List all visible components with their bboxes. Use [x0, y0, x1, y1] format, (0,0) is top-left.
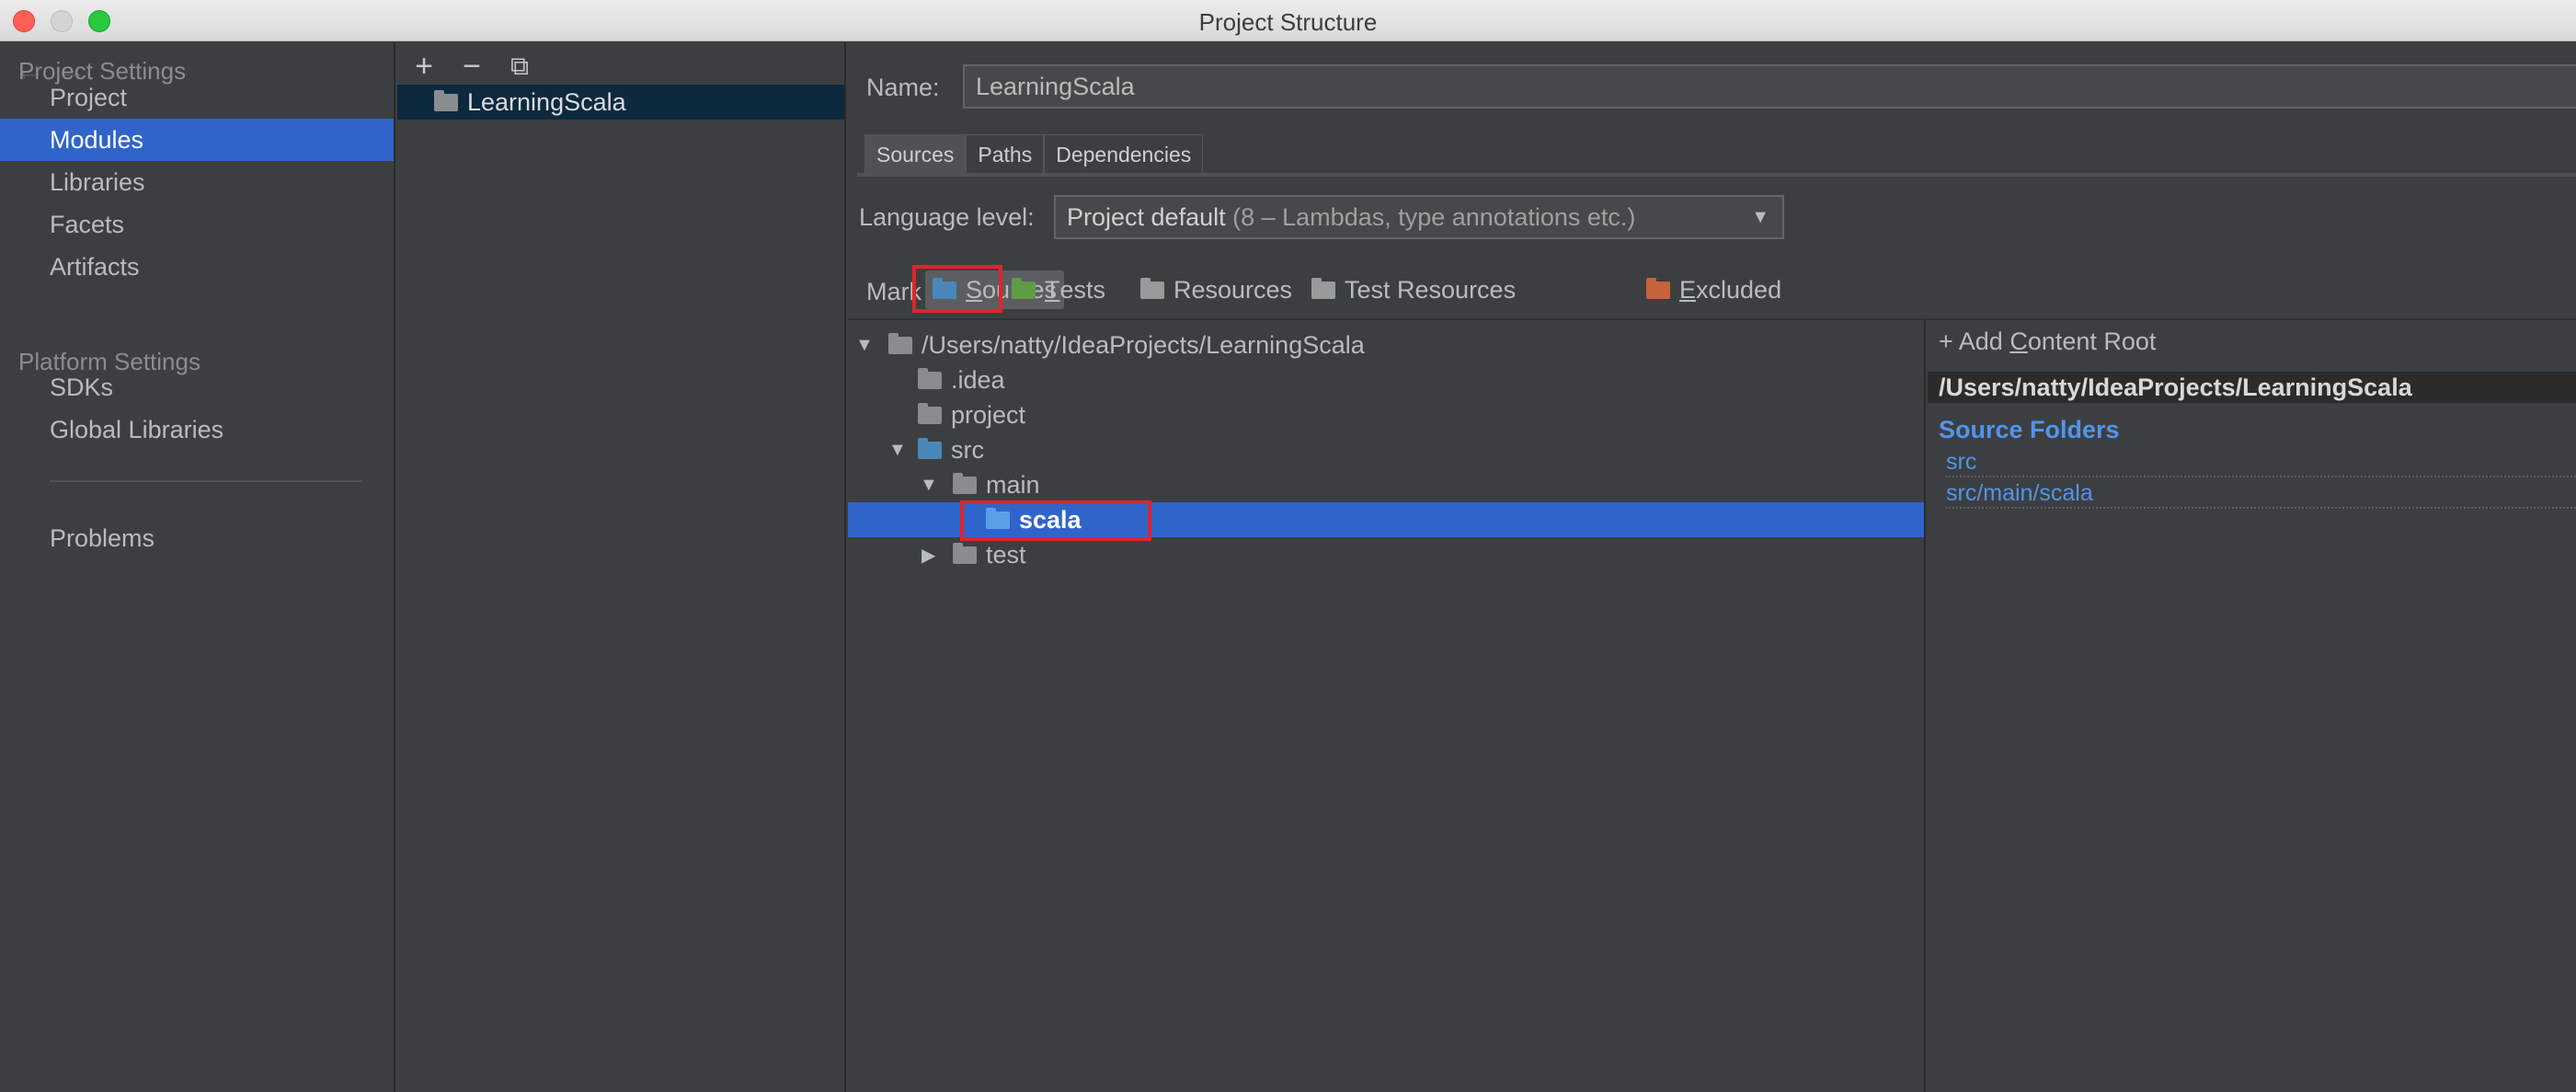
tab-dependencies[interactable]: Dependencies: [1044, 134, 1204, 173]
expand-arrow-icon[interactable]: ▼: [855, 335, 874, 356]
mark-resources-button[interactable]: Resources: [1140, 270, 1292, 309]
tree-node-root[interactable]: ▼ /Users/natty/IdeaProjects/LearningScal…: [848, 328, 1924, 362]
content-root-path: /Users/natty/IdeaProjects/LearningScala: [1928, 372, 2576, 403]
title-bar: Project Structure: [0, 0, 2576, 41]
module-list-item[interactable]: LearningScala: [397, 85, 844, 120]
module-toolbar: + − ⧉: [410, 48, 533, 85]
copy-icon[interactable]: ⧉: [506, 52, 533, 82]
mark-test-resources-button[interactable]: Test Resources: [1311, 270, 1516, 309]
module-folder-icon: [434, 89, 458, 111]
sidebar-item-problems[interactable]: Problems: [0, 517, 394, 559]
content-root-info-panel: + Add Content Root /Users/natty/IdeaProj…: [1928, 320, 2576, 1092]
add-icon[interactable]: +: [410, 49, 438, 85]
tests-folder-icon: [1012, 277, 1036, 299]
window-title: Project Structure: [1198, 8, 1378, 36]
remove-icon[interactable]: −: [458, 49, 486, 85]
collapse-arrow-icon[interactable]: ▶: [922, 544, 935, 567]
module-settings-panel: Name: LearningScala Sources Paths Depend…: [848, 42, 2576, 1092]
test-resources-folder-icon: [1311, 277, 1335, 299]
sidebar-item-facets[interactable]: Facets: [0, 203, 394, 246]
source-folders-heading: Source Folders: [1939, 416, 2120, 443]
sidebar-item-modules[interactable]: Modules: [0, 119, 394, 161]
module-name: LearningScala: [467, 87, 626, 116]
language-level-detail: (8 – Lambdas, type annotations etc.): [1232, 203, 1636, 231]
module-name-input[interactable]: LearningScala: [963, 64, 2576, 109]
language-level-value: Project default: [1067, 203, 1226, 231]
folder-icon: [888, 332, 912, 354]
source-folder-item[interactable]: src: [1946, 449, 2576, 477]
excluded-folder-icon: [1646, 277, 1670, 299]
folder-icon: [918, 367, 942, 389]
module-folder-icon: [953, 472, 977, 494]
source-folder-icon: [918, 437, 942, 459]
language-level-label: Language level:: [859, 203, 1035, 231]
mark-excluded-button[interactable]: Excluded: [1646, 270, 1781, 309]
sidebar-item-sdks[interactable]: SDKs: [0, 366, 394, 408]
chevron-down-icon: ▼: [1751, 207, 1769, 227]
content-root-tree: ▼ /Users/natty/IdeaProjects/LearningScal…: [848, 320, 1926, 1092]
source-folder-item[interactable]: src/main/scala: [1946, 480, 2576, 509]
tree-node-test[interactable]: ▶ test: [848, 537, 1924, 572]
module-list-panel: + − ⧉ LearningScala: [397, 42, 846, 1092]
scala-highlight-box: [960, 500, 1151, 541]
sidebar-divider: [50, 480, 362, 482]
tree-node-idea[interactable]: .idea: [848, 362, 1924, 397]
sidebar-item-project[interactable]: Project: [0, 76, 394, 119]
tab-paths[interactable]: Paths: [966, 134, 1045, 173]
tree-node-src[interactable]: ▼ src: [848, 432, 1924, 467]
language-level-select[interactable]: Project default (8 – Lambdas, type annot…: [1054, 195, 1784, 239]
tab-underline: [857, 173, 2576, 177]
settings-sidebar: ←→ Project Settings Project Modules Libr…: [0, 42, 395, 1092]
sidebar-item-libraries[interactable]: Libraries: [0, 161, 394, 203]
folder-icon: [918, 402, 942, 424]
resources-folder-icon: [1140, 277, 1164, 299]
sources-highlight-box: [912, 265, 1002, 313]
module-tabs: Sources Paths Dependencies: [864, 134, 1204, 173]
expand-arrow-icon[interactable]: ▼: [920, 475, 938, 496]
tree-node-project[interactable]: project: [848, 397, 1924, 432]
add-content-root-link[interactable]: + Add Content Root: [1939, 328, 2156, 356]
module-folder-icon: [953, 542, 977, 564]
tree-node-main[interactable]: ▼ main: [848, 467, 1924, 502]
sidebar-item-global-libraries[interactable]: Global Libraries: [0, 408, 394, 451]
name-label: Name:: [866, 74, 940, 101]
expand-arrow-icon[interactable]: ▼: [888, 440, 907, 461]
tab-sources[interactable]: Sources: [864, 134, 967, 173]
mark-tests-button[interactable]: Tests: [1012, 270, 1105, 309]
sidebar-item-artifacts[interactable]: Artifacts: [0, 246, 394, 288]
